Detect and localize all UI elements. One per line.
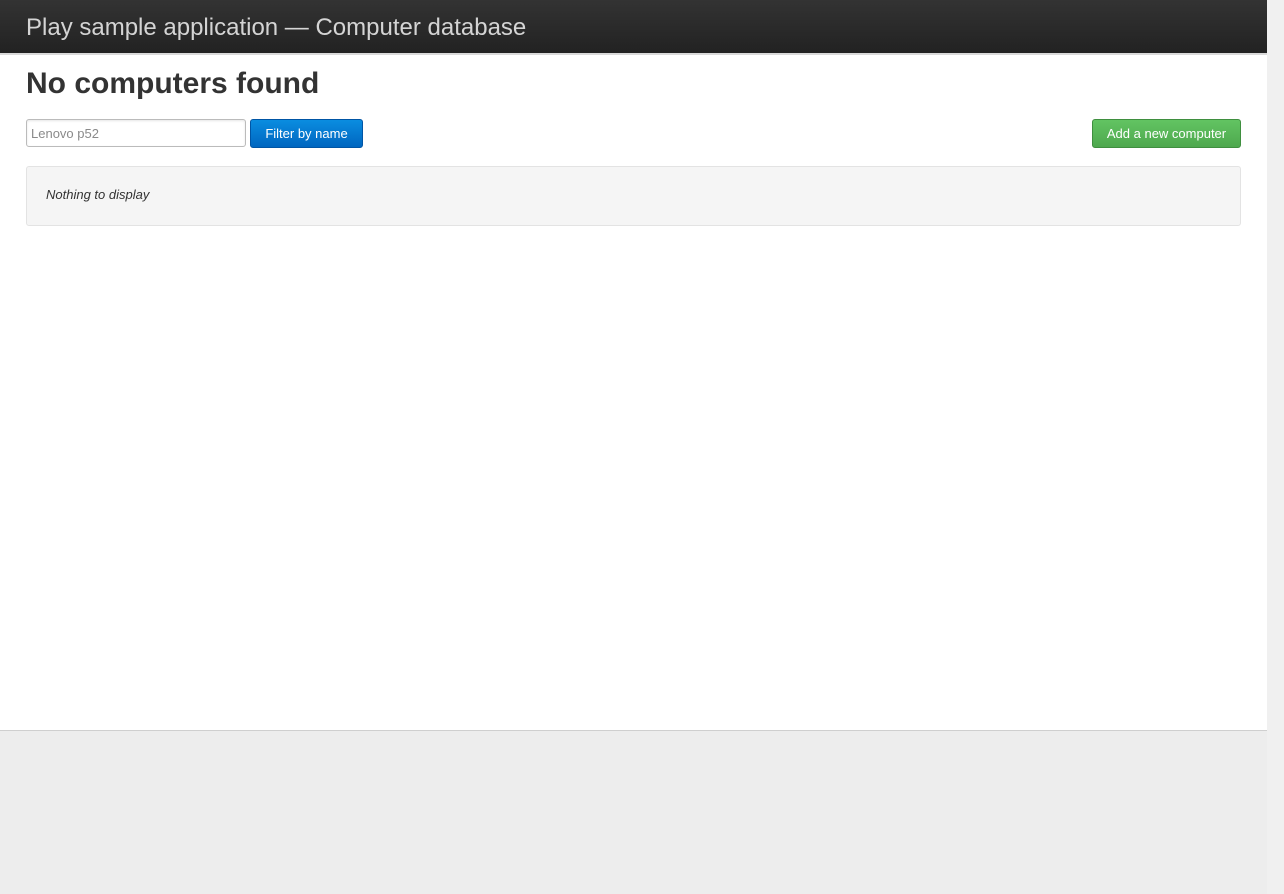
page-container: Play sample application — Computer datab… bbox=[0, 0, 1267, 731]
top-navbar: Play sample application — Computer datab… bbox=[0, 0, 1267, 55]
empty-results-well: Nothing to display bbox=[26, 166, 1241, 226]
filter-by-name-button[interactable]: Filter by name bbox=[250, 119, 363, 148]
app-title-link[interactable]: Play sample application — Computer datab… bbox=[26, 13, 526, 43]
vertical-scrollbar[interactable] bbox=[1267, 0, 1284, 894]
add-new-computer-button[interactable]: Add a new computer bbox=[1092, 119, 1241, 148]
search-input[interactable] bbox=[26, 119, 246, 147]
empty-results-message: Nothing to display bbox=[46, 187, 150, 202]
page-title: No computers found bbox=[26, 67, 320, 100]
